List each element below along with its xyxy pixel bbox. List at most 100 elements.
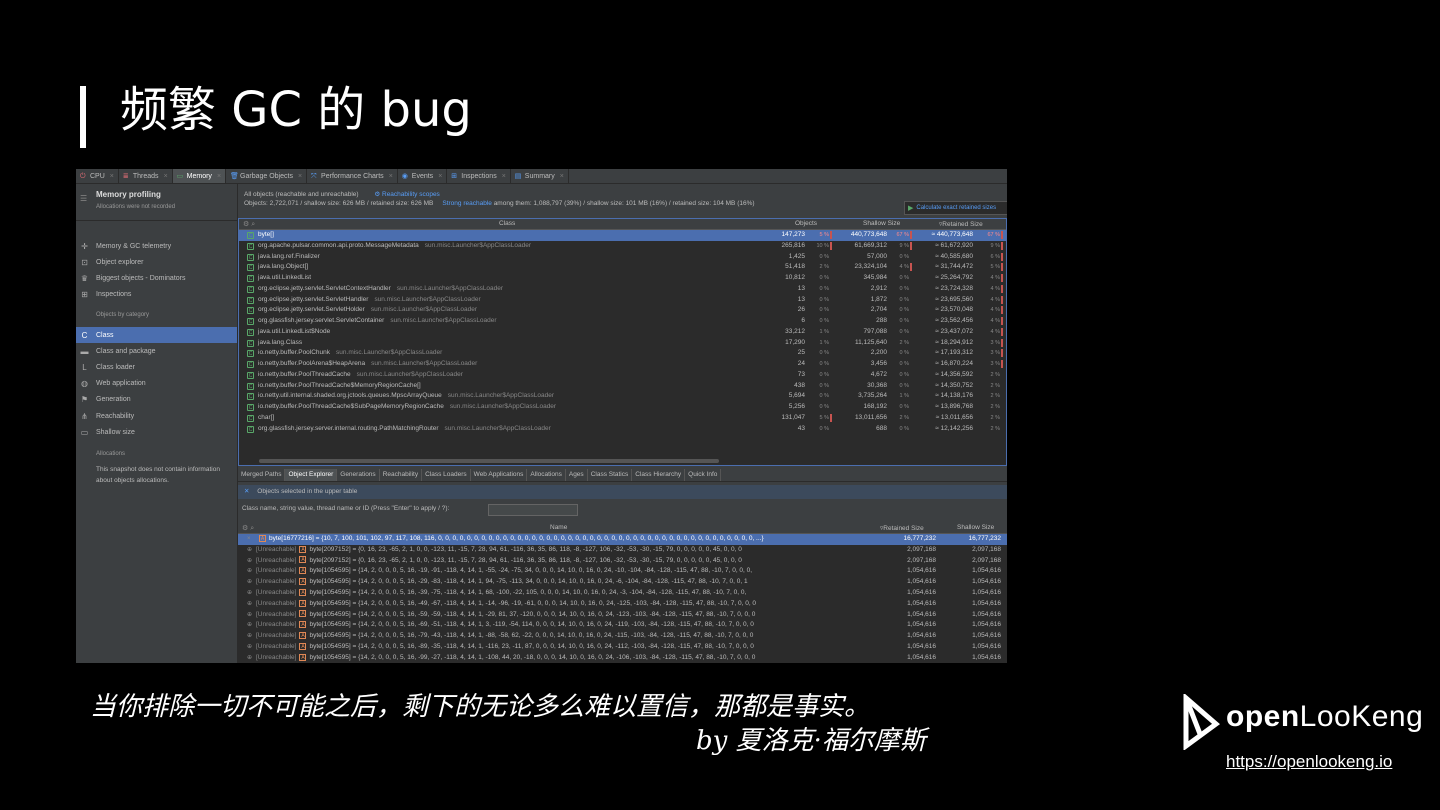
sidebar-item-web-application[interactable]: ◍ Web application (76, 376, 237, 392)
table-row[interactable]: Cjava.util.LinkedList 10,812 0 % 345,984 0 %… (239, 273, 1006, 284)
gear-icon[interactable]: ⚙ ⌕ (243, 220, 255, 229)
sidebar-item-biggest-objects-dominators[interactable]: ♛ Biggest objects - Dominators (76, 271, 237, 287)
tab-memory[interactable]: ▭ Memory × (172, 169, 227, 183)
table-row[interactable]: Cio.netty.buffer.PoolThreadCache$SubPage… (239, 402, 1006, 413)
sidebar-item-shallow-size[interactable]: ▭ Shallow size (76, 424, 237, 440)
close-icon[interactable]: × (502, 173, 506, 180)
table-row[interactable]: ⊕ [Unreachable] Abyte[1054595] = {14, 2, 0… (238, 566, 1007, 577)
sidebar-item-reachability[interactable]: ⋔ Reachability (76, 408, 237, 424)
col-name[interactable]: Name (550, 524, 567, 531)
sidebar-item-class[interactable]: C Class (76, 327, 237, 343)
table-row[interactable]: Corg.eclipse.jetty.servlet.ServletHolder… (239, 305, 1006, 316)
table-row[interactable]: Cio.netty.buffer.PoolThreadCache$MemoryR… (239, 381, 1006, 392)
tab-events[interactable]: ◉ Events × (398, 169, 448, 183)
table-row[interactable]: Corg.eclipse.jetty.servlet.ServletHandle… (239, 295, 1006, 306)
close-icon[interactable]: × (164, 173, 168, 180)
close-icon[interactable]: × (217, 173, 221, 180)
col-retained-size[interactable]: ▿ Retained Size (880, 524, 924, 532)
sidebar-item-memory-gc-telemetry[interactable]: ✛ Memory & GC telemetry (76, 238, 237, 254)
tab-cpu[interactable]: ⏻ CPU × (76, 169, 119, 183)
table-row[interactable]: ⊕ [Unreachable] Abyte[2097152] = {0, 16, 2… (238, 545, 1007, 556)
tab-reachability[interactable]: Reachability (380, 469, 423, 481)
sidebar-item-generation[interactable]: ⚑ Generation (76, 392, 237, 408)
close-icon[interactable]: × (560, 173, 564, 180)
table-row[interactable]: Cchar[] 131,047 5 % 13,011,656 2 % ≈ 13,011,6… (239, 413, 1006, 424)
tab-web-applications[interactable]: Web Applications (471, 469, 528, 481)
strong-reachable-link[interactable]: Strong reachable (442, 200, 492, 207)
table-row[interactable]: Cio.netty.buffer.PoolThreadCache sun.misc… (239, 370, 1006, 381)
table-row[interactable]: Corg.glassfish.jersey.servlet.ServletCon… (239, 316, 1006, 327)
table-row[interactable]: Cio.netty.util.internal.shaded.org.jctoo… (239, 391, 1006, 402)
table-row[interactable]: ⊕ [Unreachable] Abyte[1054595] = {14, 2, 0… (238, 577, 1007, 588)
col-retained-size[interactable]: ▿ Retained Size (939, 220, 983, 228)
expand-icon[interactable]: ⊕ (247, 653, 252, 663)
expand-icon[interactable]: ⊕ (247, 588, 252, 599)
tab-ages[interactable]: Ages (566, 469, 588, 481)
filter-input[interactable] (488, 504, 578, 516)
table-row[interactable]: ⊕ [Unreachable] Abyte[1054595] = {14, 2, 0… (238, 631, 1007, 642)
table-row[interactable]: ⊕ [Unreachable] Abyte[1054595] = {14, 2, 0… (238, 653, 1007, 663)
cell-rp: 4 % (990, 318, 1000, 324)
tab-threads[interactable]: ≣ Threads × (119, 169, 173, 183)
close-icon[interactable]: × (298, 173, 302, 180)
sidebar-item-inspections[interactable]: ⊞ Inspections (76, 287, 237, 303)
tab-quick-info[interactable]: Quick Info (685, 469, 722, 481)
expand-icon[interactable]: ⊕ (247, 545, 252, 556)
sidebar-item-class-loader[interactable]: L Class loader (76, 359, 237, 375)
expand-icon[interactable]: ⊕ (247, 599, 252, 610)
reachability-scopes-link[interactable]: ⚙ Reachability scopes (374, 191, 439, 198)
tab-merged-paths[interactable]: Merged Paths (238, 469, 286, 481)
close-icon[interactable]: ✕ (244, 488, 249, 495)
tab-allocations[interactable]: Allocations (527, 469, 566, 481)
sidebar-item-class-and-package[interactable]: ▬ Class and package (76, 343, 237, 359)
tab-class-loaders[interactable]: Class Loaders (422, 469, 471, 481)
table-row[interactable]: ⊕ [Unreachable] Abyte[1054595] = {14, 2, 0… (238, 642, 1007, 653)
expand-icon[interactable]: ⊕ (247, 577, 252, 588)
expand-icon[interactable]: ⊕ (247, 556, 252, 567)
close-icon[interactable]: × (389, 173, 393, 180)
table-row[interactable]: ⊕ [Unreachable] Abyte[2097152] = {0, 16, 2… (238, 556, 1007, 567)
website-link[interactable]: https://openlookeng.io (1226, 752, 1392, 772)
table-row[interactable]: ⊕ [Unreachable] Abyte[1054595] = {14, 2, 0… (238, 588, 1007, 599)
tab-class-hierarchy[interactable]: Class Hierarchy (632, 469, 686, 481)
expand-icon[interactable]: ⊕ (247, 631, 252, 642)
table-row[interactable]: ⊕ [Unreachable] Abyte[1054595] = {14, 2, 0… (238, 610, 1007, 621)
col-shallow-size[interactable]: Shallow Size (863, 220, 900, 227)
tab-garbage-objects[interactable]: 🗑 Garbage Objects × (226, 169, 308, 183)
col-objects[interactable]: Objects (795, 220, 817, 227)
calculate-retained-sizes-button[interactable]: ▶ Calculate exact retained sizes (904, 201, 1007, 215)
table-row[interactable]: Cbyte[] 147,273 5 % 440,773,648 67 % ≈ 440,77… (239, 230, 1006, 241)
gear-icon[interactable]: ⚙ ⌕ (242, 524, 254, 533)
table-row[interactable]: × Abyte[16777216] = {10, 7, 100, 101, 102… (238, 534, 1007, 545)
table-row[interactable]: Cjava.lang.ref.Finalizer 1,425 0 % 57,000 0 … (239, 252, 1006, 263)
expand-icon[interactable]: ⊕ (247, 642, 252, 653)
expand-icon[interactable]: ⊕ (247, 610, 252, 621)
sidebar-item-object-explorer[interactable]: ⊡ Object explorer (76, 254, 237, 270)
tab-summary[interactable]: ▤ Summary × (511, 169, 569, 183)
col-shallow-size[interactable]: Shallow Size (957, 524, 994, 531)
tab-object-explorer[interactable]: Object Explorer (285, 469, 338, 481)
col-class[interactable]: Class (499, 220, 515, 227)
menu-icon[interactable]: ☰ (80, 194, 87, 203)
cell-retained: ≈ 13,896,768 (935, 403, 973, 410)
table-row[interactable]: Cio.netty.buffer.PoolArena$HeapArena sun.… (239, 359, 1006, 370)
table-row[interactable]: ⊕ [Unreachable] Abyte[1054595] = {14, 2, 0… (238, 599, 1007, 610)
table-row[interactable]: Corg.eclipse.jetty.servlet.ServletContex… (239, 284, 1006, 295)
expand-icon[interactable]: ⊕ (247, 620, 252, 631)
tab-inspections[interactable]: ⊞ Inspections × (447, 169, 511, 183)
close-icon[interactable]: × (438, 173, 442, 180)
table-row[interactable]: ⊕ [Unreachable] Abyte[1054595] = {14, 2, 0… (238, 620, 1007, 631)
tab-performance-charts[interactable]: ⤧ Performance Charts × (307, 169, 398, 183)
expand-icon[interactable]: ⊕ (247, 566, 252, 577)
table-row[interactable]: Corg.glassfish.jersey.server.internal.ro… (239, 424, 1006, 435)
table-row[interactable]: Cjava.lang.Object[] 51,418 2 % 23,324,104 4 … (239, 262, 1006, 273)
close-icon[interactable]: × (110, 173, 114, 180)
table-row[interactable]: Cjava.lang.Class 17,290 1 % 11,125,640 2 % ≈ … (239, 338, 1006, 349)
expand-icon[interactable]: × (247, 534, 251, 545)
table-row[interactable]: Corg.apache.pulsar.common.api.proto.Mess… (239, 241, 1006, 252)
tab-class-statics[interactable]: Class Statics (588, 469, 633, 481)
table-row[interactable]: Cio.netty.buffer.PoolChunk sun.misc.Launc… (239, 348, 1006, 359)
tab-generations[interactable]: Generations (337, 469, 380, 481)
table-row[interactable]: Cjava.util.LinkedList$Node 33,212 1 % 797,0… (239, 327, 1006, 338)
horizontal-scrollbar[interactable] (259, 459, 719, 463)
